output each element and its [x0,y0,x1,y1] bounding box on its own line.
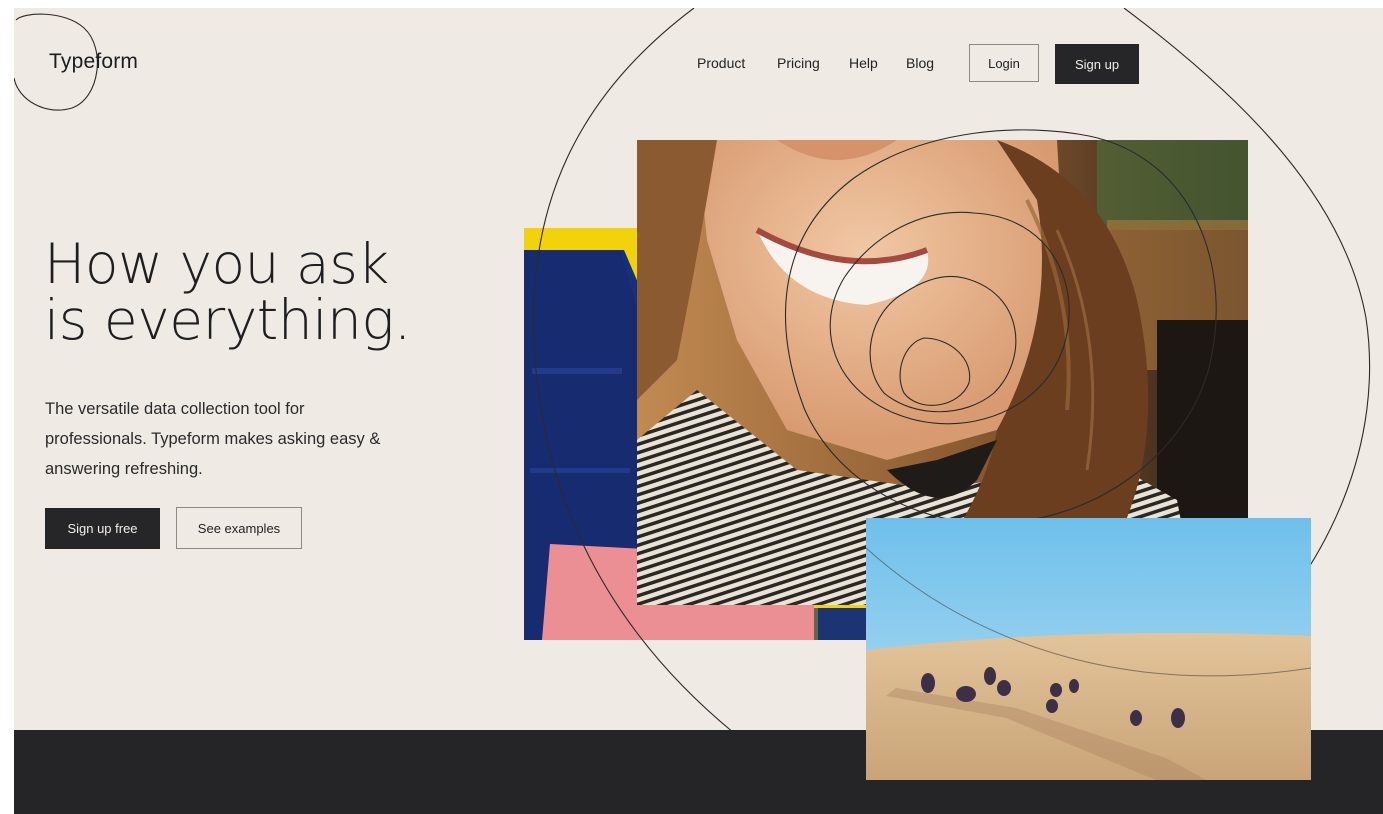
logo-text: Typeform [49,50,139,73]
nav-help[interactable]: Help [849,55,878,71]
sign-up-free-button[interactable]: Sign up free [45,508,160,549]
footer-band [14,730,1383,814]
hero-title: How you ask is everything. [44,236,464,348]
nav-blog[interactable]: Blog [906,55,934,71]
sign-up-button[interactable]: Sign up [1055,44,1139,84]
landing-page: Typeform Product Pricing Help Blog Login… [14,8,1383,814]
nav-product[interactable]: Product [697,55,745,71]
nav-pricing[interactable]: Pricing [777,55,820,71]
hero-title-line-1: How you ask [44,232,389,296]
hero-title-line-2: is everything. [44,288,411,352]
hero-subtitle: The versatile data collection tool for p… [45,400,381,478]
login-button[interactable]: Login [969,44,1039,82]
see-examples-button[interactable]: See examples [176,507,302,549]
